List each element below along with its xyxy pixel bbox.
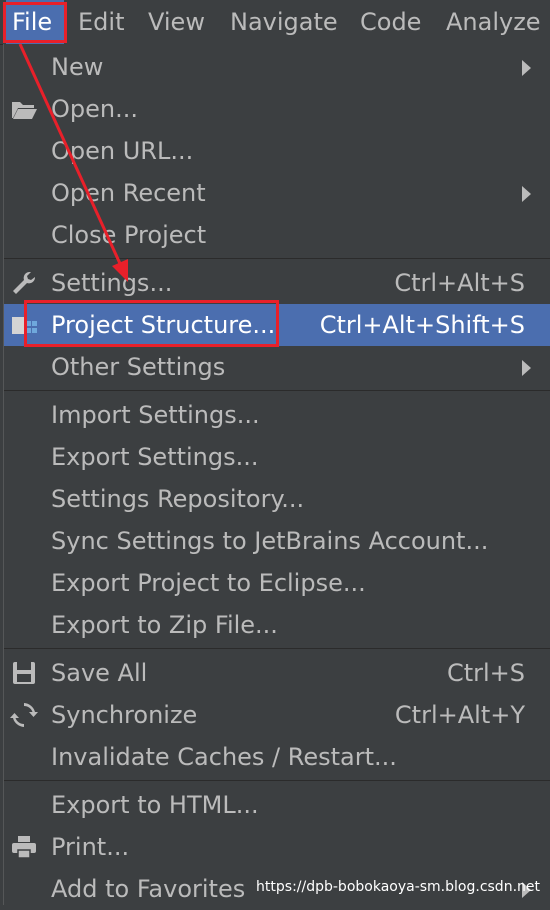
menu-item-shortcut: Ctrl+S — [446, 659, 525, 687]
menu-separator — [4, 780, 550, 781]
menu-item-open-recent[interactable]: Open Recent — [4, 172, 550, 214]
wrench-icon — [13, 271, 36, 294]
menu-code[interactable]: Code — [354, 0, 427, 44]
menu-item-synchronize[interactable]: Synchronize Ctrl+Alt+Y — [4, 694, 550, 736]
menu-view[interactable]: View — [142, 0, 211, 44]
menu-item-new[interactable]: New — [4, 46, 550, 88]
menu-item-label: Export to Zip File... — [51, 611, 278, 639]
menu-item-label: Other Settings — [51, 353, 226, 381]
menu-separator — [4, 390, 550, 391]
menu-item-export-eclipse[interactable]: Export Project to Eclipse... — [4, 562, 550, 604]
menu-item-label: Add to Favorites — [51, 875, 246, 903]
file-dropdown-menu: New Open... Open URL... Open Recent Clos… — [3, 44, 550, 905]
submenu-arrow-icon — [522, 60, 531, 76]
menu-item-label: Settings Repository... — [51, 485, 305, 513]
save-icon — [13, 662, 35, 684]
menu-item-label: Project Structure... — [51, 311, 276, 339]
watermark: https://dpb-bobokaoya-sm.blog.csdn.net — [256, 879, 540, 895]
menu-item-close-project[interactable]: Close Project — [4, 214, 550, 256]
folder-open-icon — [12, 102, 37, 119]
printer-icon — [12, 836, 36, 859]
menu-item-invalidate-caches[interactable]: Invalidate Caches / Restart... — [4, 736, 550, 778]
menu-bar: File Edit View Navigate Code Analyze — [0, 0, 550, 45]
menu-item-open-url[interactable]: Open URL... — [4, 130, 550, 172]
menu-item-label: Synchronize — [51, 701, 198, 729]
menu-edit[interactable]: Edit — [72, 0, 130, 44]
sync-icon — [10, 703, 38, 727]
menu-item-label: Settings... — [51, 269, 173, 297]
menu-item-export-zip[interactable]: Export to Zip File... — [4, 604, 550, 646]
menu-item-print[interactable]: Print... — [4, 826, 550, 868]
menu-item-other-settings[interactable]: Other Settings — [4, 346, 550, 388]
menu-item-label: Export Project to Eclipse... — [51, 569, 366, 597]
menu-separator — [4, 648, 550, 649]
menu-item-label: Export to HTML... — [51, 791, 259, 819]
menu-item-label: Close Project — [51, 221, 207, 249]
menu-separator — [4, 258, 550, 259]
menu-item-label: New — [51, 53, 104, 81]
menu-item-label: Open... — [51, 95, 138, 123]
menu-navigate[interactable]: Navigate — [224, 0, 344, 44]
menu-file[interactable]: File — [6, 0, 64, 44]
submenu-arrow-icon — [522, 186, 531, 202]
menu-item-label: Invalidate Caches / Restart... — [51, 743, 397, 771]
menu-item-import-settings[interactable]: Import Settings... — [4, 394, 550, 436]
menu-item-settings-repository[interactable]: Settings Repository... — [4, 478, 550, 520]
menu-item-label: Open URL... — [51, 137, 194, 165]
menu-item-export-settings[interactable]: Export Settings... — [4, 436, 550, 478]
menu-item-shortcut: Ctrl+Alt+S — [394, 269, 525, 297]
menu-item-label: Import Settings... — [51, 401, 260, 429]
menu-item-label: Sync Settings to JetBrains Account... — [51, 527, 489, 555]
project-structure-icon — [12, 317, 37, 334]
menu-item-open[interactable]: Open... — [4, 88, 550, 130]
menu-item-sync-settings[interactable]: Sync Settings to JetBrains Account... — [4, 520, 550, 562]
submenu-arrow-icon — [522, 360, 531, 376]
menu-item-save-all[interactable]: Save All Ctrl+S — [4, 652, 550, 694]
menu-item-settings[interactable]: Settings... Ctrl+Alt+S — [4, 262, 550, 304]
menu-item-project-structure[interactable]: Project Structure... Ctrl+Alt+Shift+S — [4, 304, 550, 346]
menu-item-label: Export Settings... — [51, 443, 259, 471]
menu-item-shortcut: Ctrl+Alt+Y — [394, 701, 525, 729]
menu-item-label: Save All — [51, 659, 148, 687]
menu-analyze[interactable]: Analyze — [440, 0, 547, 44]
menu-item-label: Open Recent — [51, 179, 206, 207]
menu-item-export-html[interactable]: Export to HTML... — [4, 784, 550, 826]
menu-item-label: Print... — [51, 833, 130, 861]
menu-item-shortcut: Ctrl+Alt+Shift+S — [319, 311, 525, 339]
